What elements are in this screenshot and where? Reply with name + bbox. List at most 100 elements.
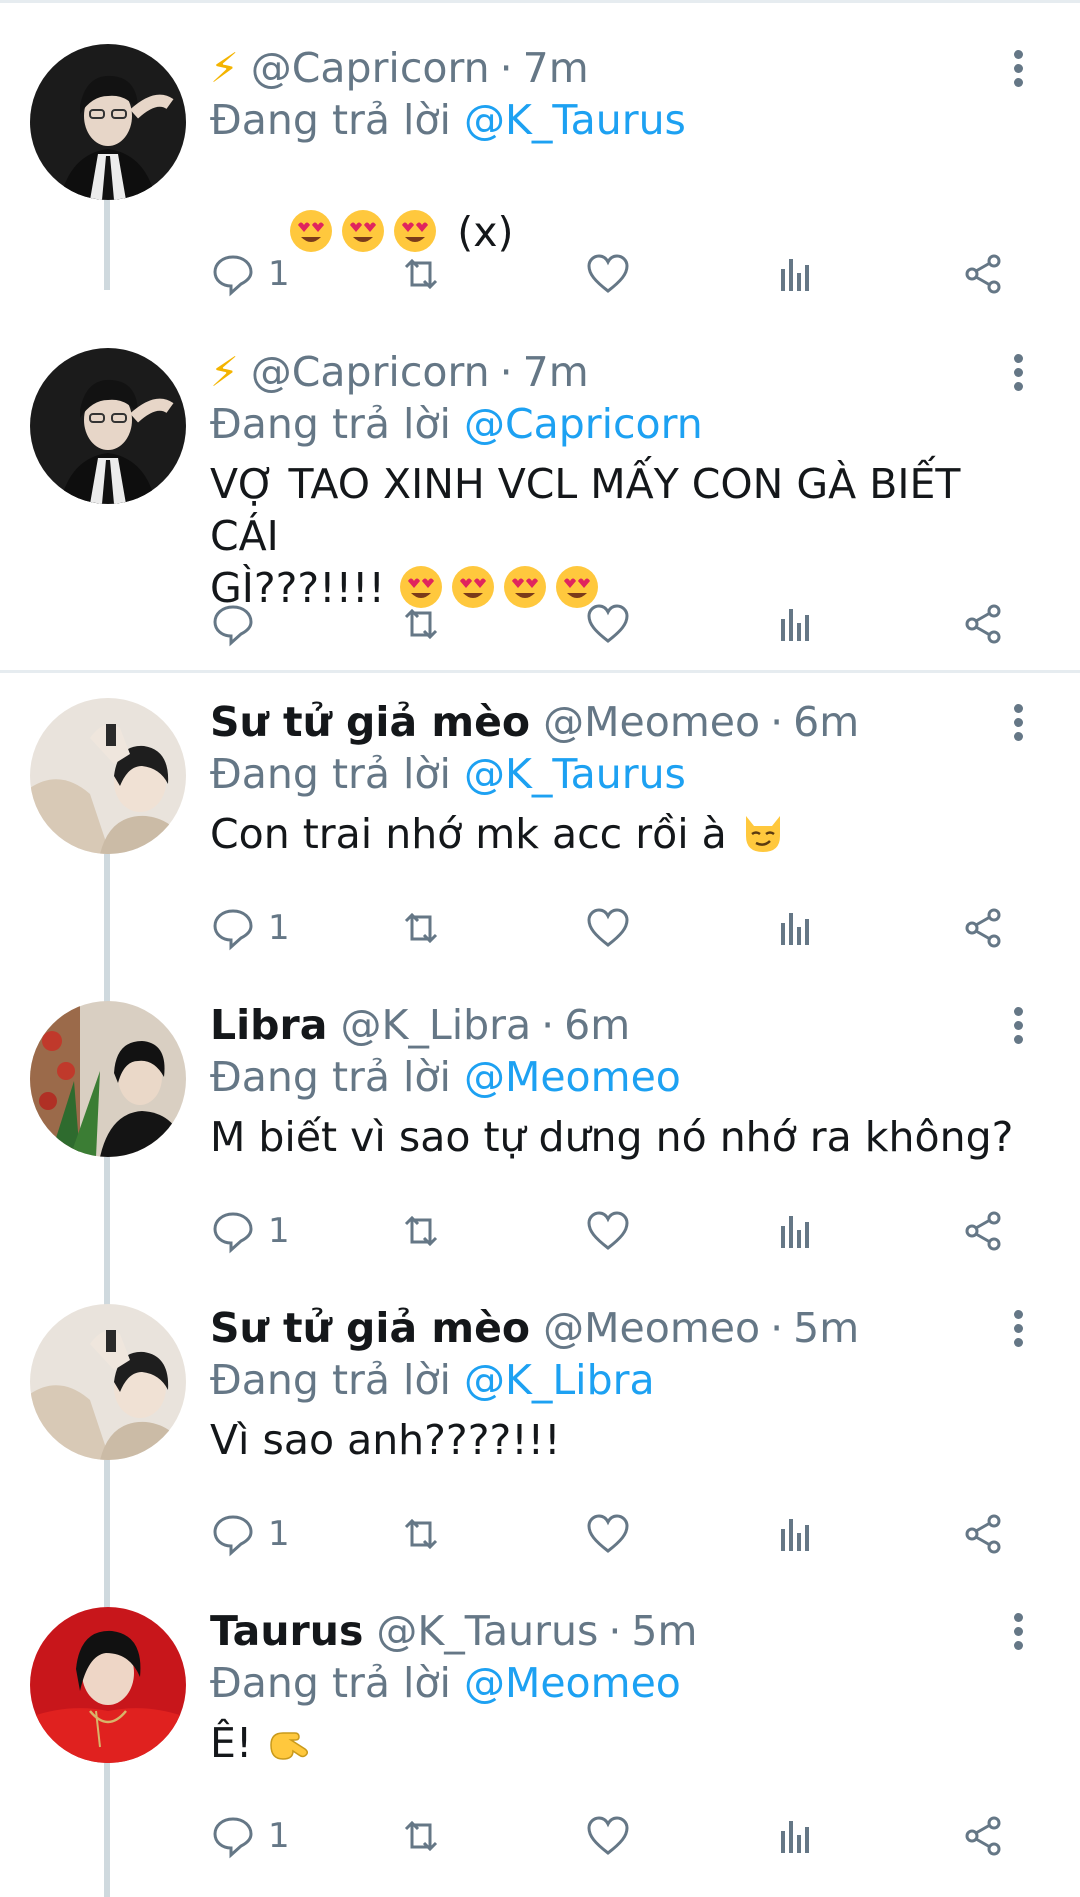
- like-button[interactable]: [585, 600, 631, 648]
- retweet-button[interactable]: [398, 1510, 444, 1558]
- handle[interactable]: @K_Libra: [340, 1001, 531, 1049]
- avatar[interactable]: [30, 348, 186, 504]
- reply-mention[interactable]: @K_Taurus: [464, 96, 686, 144]
- reply-count: 1: [268, 1211, 290, 1251]
- share-button[interactable]: [960, 1812, 1006, 1860]
- reply-mention[interactable]: @K_Libra: [464, 1356, 655, 1404]
- display-name[interactable]: Libra: [210, 1001, 327, 1049]
- tweet-text-content: Ê!: [210, 1719, 253, 1767]
- tweet-actions: [210, 600, 1030, 648]
- like-button[interactable]: [585, 1207, 631, 1255]
- stats-button[interactable]: [772, 1812, 818, 1860]
- separator: ·: [499, 348, 513, 396]
- reply-button[interactable]: 1: [210, 250, 290, 298]
- like-button[interactable]: [585, 904, 631, 952]
- timestamp[interactable]: 6m: [564, 1001, 630, 1049]
- separator: ·: [770, 698, 784, 746]
- reply-button[interactable]: [210, 600, 268, 648]
- retweet-button[interactable]: [398, 250, 444, 298]
- share-icon: [965, 1816, 1001, 1856]
- tweet-text: Vì sao anh????!!!: [210, 1416, 561, 1464]
- handle[interactable]: @Capricorn: [251, 348, 490, 396]
- more-options-icon[interactable]: [1008, 1613, 1028, 1653]
- reply-count: 1: [268, 1514, 290, 1554]
- avatar[interactable]: [30, 1304, 186, 1460]
- thread-line: [104, 200, 110, 290]
- tweet-header: Libra @K_Libra · 6m: [210, 1001, 1030, 1049]
- reply-button[interactable]: 1: [210, 904, 290, 952]
- share-button[interactable]: [960, 1510, 1006, 1558]
- heart-icon: [587, 1211, 629, 1250]
- tweet-text-content: Con trai nhớ mk acc rồi à: [210, 810, 727, 858]
- reply-count: 1: [268, 254, 290, 294]
- share-button[interactable]: [960, 1207, 1006, 1255]
- handle[interactable]: @Meomeo: [543, 1304, 760, 1352]
- share-icon: [965, 908, 1001, 948]
- handle[interactable]: @K_Taurus: [376, 1607, 598, 1655]
- heart-icon: [587, 604, 629, 643]
- timestamp[interactable]: 5m: [631, 1607, 697, 1655]
- reply-mention[interactable]: @Meomeo: [464, 1659, 681, 1707]
- more-options-icon[interactable]: [1008, 50, 1028, 90]
- like-button[interactable]: [585, 1510, 631, 1558]
- retweet-button[interactable]: [398, 600, 444, 648]
- display-name[interactable]: Sư tử giả mèo: [210, 698, 530, 746]
- reply-button[interactable]: 1: [210, 1812, 290, 1860]
- stats-button[interactable]: [772, 250, 818, 298]
- separator: ·: [608, 1607, 622, 1655]
- heart-icon: [587, 254, 629, 293]
- reply-prefix: Đang trả lời: [210, 96, 451, 144]
- stats-button[interactable]: [772, 904, 818, 952]
- reply-mention[interactable]: @Capricorn: [464, 400, 703, 448]
- share-icon: [965, 1211, 1001, 1251]
- retweet-button[interactable]: [398, 1207, 444, 1255]
- display-name[interactable]: Taurus: [210, 1607, 363, 1655]
- heart-icon: [587, 908, 629, 947]
- timestamp[interactable]: 5m: [793, 1304, 859, 1352]
- timestamp[interactable]: 7m: [523, 348, 589, 396]
- more-options-icon[interactable]: [1008, 354, 1028, 394]
- tweet-actions: 1: [210, 250, 1030, 298]
- smirking-cat-emoji: [745, 816, 780, 852]
- reply-button[interactable]: 1: [210, 1510, 290, 1558]
- share-button[interactable]: [960, 600, 1006, 648]
- avatar[interactable]: [30, 1607, 186, 1763]
- avatar[interactable]: [30, 1001, 186, 1157]
- reply-mention[interactable]: @Meomeo: [464, 1053, 681, 1101]
- avatar[interactable]: [30, 698, 186, 854]
- speech-bubble-icon: [213, 255, 253, 297]
- lightning-icon: ⚡: [210, 44, 239, 92]
- retweet-icon: [404, 1215, 438, 1247]
- speech-bubble-icon: [213, 909, 253, 951]
- heart-eyes-emoji: [394, 210, 437, 252]
- stats-button[interactable]: [772, 1510, 818, 1558]
- handle[interactable]: @Meomeo: [543, 698, 760, 746]
- share-button[interactable]: [960, 250, 1006, 298]
- reply-prefix: Đang trả lời: [210, 1659, 451, 1707]
- more-options-icon[interactable]: [1008, 704, 1028, 744]
- retweet-button[interactable]: [398, 904, 444, 952]
- stats-button[interactable]: [772, 600, 818, 648]
- display-name[interactable]: Sư tử giả mèo: [210, 1304, 530, 1352]
- like-button[interactable]: [585, 250, 631, 298]
- tweet-text: VỢ TAO XINH VCL MẤY CON GÀ BIẾT CÁI GÌ??…: [210, 458, 1030, 614]
- more-options-icon[interactable]: [1008, 1007, 1028, 1047]
- timestamp[interactable]: 7m: [523, 44, 589, 92]
- tweet-actions: 1: [210, 904, 1030, 952]
- reply-button[interactable]: 1: [210, 1207, 290, 1255]
- separator: ·: [541, 1001, 555, 1049]
- tweet-header: Sư tử giả mèo @Meomeo · 5m: [210, 1304, 1030, 1352]
- bar-chart-icon: [781, 259, 809, 291]
- retweet-button[interactable]: [398, 1812, 444, 1860]
- share-button[interactable]: [960, 904, 1006, 952]
- like-button[interactable]: [585, 1812, 631, 1860]
- retweet-icon: [404, 258, 438, 290]
- reply-mention[interactable]: @K_Taurus: [464, 750, 686, 798]
- stats-button[interactable]: [772, 1207, 818, 1255]
- handle[interactable]: @Capricorn: [251, 44, 490, 92]
- timestamp[interactable]: 6m: [793, 698, 859, 746]
- bar-chart-icon: [781, 1216, 809, 1248]
- share-icon: [965, 1514, 1001, 1554]
- more-options-icon[interactable]: [1008, 1310, 1028, 1350]
- avatar[interactable]: [30, 44, 186, 200]
